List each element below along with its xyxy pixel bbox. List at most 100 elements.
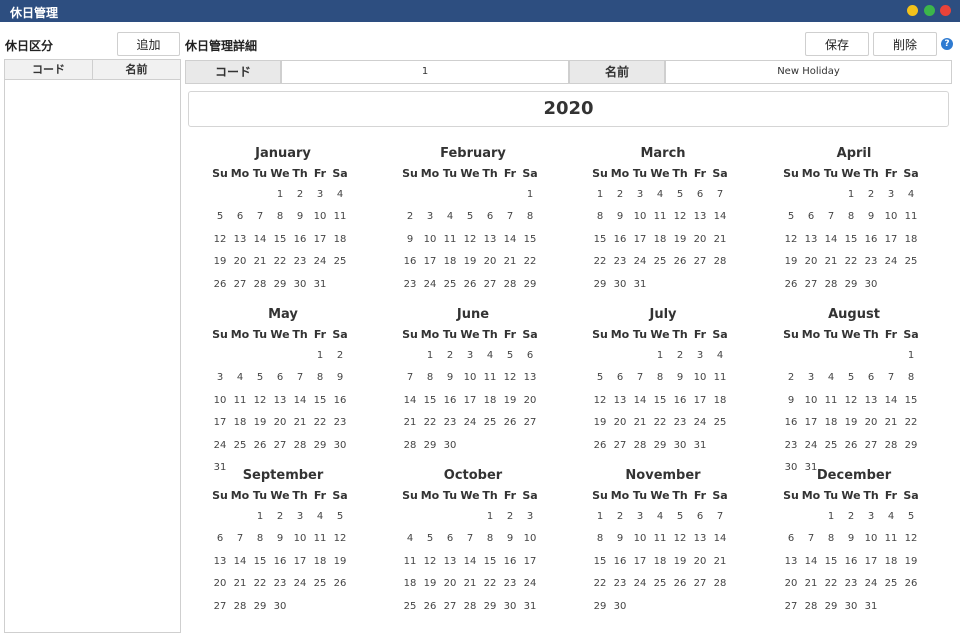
code-field[interactable]: 1 [281, 60, 569, 84]
day-cell[interactable]: 23 [270, 573, 290, 596]
day-cell[interactable]: 15 [520, 228, 540, 251]
day-cell[interactable]: 1 [821, 505, 841, 528]
day-cell[interactable]: 18 [330, 228, 350, 251]
day-cell[interactable]: 30 [440, 434, 460, 457]
day-cell[interactable]: 12 [590, 389, 610, 412]
day-cell[interactable]: 17 [630, 550, 650, 573]
day-cell[interactable]: 18 [230, 412, 250, 435]
day-cell[interactable]: 29 [480, 595, 500, 618]
day-cell[interactable]: 15 [650, 389, 670, 412]
day-cell[interactable]: 6 [480, 206, 500, 229]
day-cell[interactable]: 2 [500, 505, 520, 528]
day-cell[interactable]: 16 [781, 412, 801, 435]
day-cell[interactable]: 4 [821, 367, 841, 390]
day-cell[interactable]: 17 [801, 412, 821, 435]
day-cell[interactable]: 4 [710, 344, 730, 367]
day-cell[interactable]: 13 [801, 228, 821, 251]
day-cell[interactable]: 3 [881, 183, 901, 206]
day-cell[interactable]: 15 [480, 550, 500, 573]
day-cell[interactable]: 20 [801, 251, 821, 274]
day-cell[interactable]: 30 [861, 273, 881, 296]
day-cell[interactable]: 15 [270, 228, 290, 251]
day-cell[interactable]: 3 [210, 367, 230, 390]
column-header-code[interactable]: コード [5, 60, 93, 80]
name-field[interactable]: New Holiday [665, 60, 952, 84]
day-cell[interactable]: 30 [670, 434, 690, 457]
day-cell[interactable]: 19 [670, 550, 690, 573]
day-cell[interactable]: 23 [440, 412, 460, 435]
day-cell[interactable]: 24 [310, 251, 330, 274]
day-cell[interactable]: 17 [690, 389, 710, 412]
day-cell[interactable]: 10 [520, 528, 540, 551]
day-cell[interactable]: 5 [901, 505, 921, 528]
day-cell[interactable]: 13 [440, 550, 460, 573]
day-cell[interactable]: 27 [230, 273, 250, 296]
day-cell[interactable]: 20 [610, 412, 630, 435]
day-cell[interactable]: 11 [400, 550, 420, 573]
day-cell[interactable]: 8 [650, 367, 670, 390]
day-cell[interactable]: 16 [841, 550, 861, 573]
day-cell[interactable]: 1 [250, 505, 270, 528]
day-cell[interactable]: 14 [400, 389, 420, 412]
day-cell[interactable]: 22 [821, 573, 841, 596]
day-cell[interactable]: 26 [330, 573, 350, 596]
day-cell[interactable]: 28 [400, 434, 420, 457]
day-cell[interactable]: 11 [901, 206, 921, 229]
day-cell[interactable]: 22 [310, 412, 330, 435]
day-cell[interactable]: 10 [630, 528, 650, 551]
day-cell[interactable]: 29 [590, 273, 610, 296]
day-cell[interactable]: 6 [861, 367, 881, 390]
day-cell[interactable]: 12 [250, 389, 270, 412]
day-cell[interactable]: 28 [460, 595, 480, 618]
day-cell[interactable]: 7 [400, 367, 420, 390]
day-cell[interactable]: 24 [630, 251, 650, 274]
day-cell[interactable]: 22 [520, 251, 540, 274]
day-cell[interactable]: 19 [590, 412, 610, 435]
day-cell[interactable]: 16 [500, 550, 520, 573]
day-cell[interactable]: 29 [270, 273, 290, 296]
day-cell[interactable]: 7 [710, 183, 730, 206]
day-cell[interactable]: 15 [310, 389, 330, 412]
day-cell[interactable]: 31 [630, 273, 650, 296]
day-cell[interactable]: 25 [480, 412, 500, 435]
day-cell[interactable]: 29 [310, 434, 330, 457]
day-cell[interactable]: 14 [290, 389, 310, 412]
day-cell[interactable]: 9 [841, 528, 861, 551]
day-cell[interactable]: 9 [670, 367, 690, 390]
day-cell[interactable]: 23 [500, 573, 520, 596]
day-cell[interactable]: 2 [781, 367, 801, 390]
day-cell[interactable]: 30 [330, 434, 350, 457]
day-cell[interactable]: 22 [480, 573, 500, 596]
day-cell[interactable]: 19 [460, 251, 480, 274]
day-cell[interactable]: 5 [590, 367, 610, 390]
day-cell[interactable]: 29 [650, 434, 670, 457]
day-cell[interactable]: 10 [861, 528, 881, 551]
day-cell[interactable]: 5 [670, 505, 690, 528]
day-cell[interactable]: 16 [440, 389, 460, 412]
day-cell[interactable]: 14 [821, 228, 841, 251]
day-cell[interactable]: 14 [500, 228, 520, 251]
day-cell[interactable]: 19 [500, 389, 520, 412]
day-cell[interactable]: 26 [500, 412, 520, 435]
day-cell[interactable]: 1 [420, 344, 440, 367]
day-cell[interactable]: 27 [440, 595, 460, 618]
day-cell[interactable]: 18 [821, 412, 841, 435]
day-cell[interactable]: 9 [610, 206, 630, 229]
day-cell[interactable]: 22 [590, 251, 610, 274]
day-cell[interactable]: 6 [781, 528, 801, 551]
day-cell[interactable]: 22 [270, 251, 290, 274]
holiday-category-list[interactable]: コード 名前 [4, 59, 181, 633]
day-cell[interactable]: 19 [210, 251, 230, 274]
day-cell[interactable]: 18 [881, 550, 901, 573]
day-cell[interactable]: 31 [310, 273, 330, 296]
day-cell[interactable]: 9 [500, 528, 520, 551]
day-cell[interactable]: 8 [250, 528, 270, 551]
day-cell[interactable]: 22 [650, 412, 670, 435]
day-cell[interactable]: 15 [821, 550, 841, 573]
day-cell[interactable]: 22 [841, 251, 861, 274]
day-cell[interactable]: 20 [781, 573, 801, 596]
day-cell[interactable]: 3 [520, 505, 540, 528]
maximize-icon[interactable] [924, 5, 935, 16]
day-cell[interactable]: 14 [250, 228, 270, 251]
day-cell[interactable]: 12 [781, 228, 801, 251]
